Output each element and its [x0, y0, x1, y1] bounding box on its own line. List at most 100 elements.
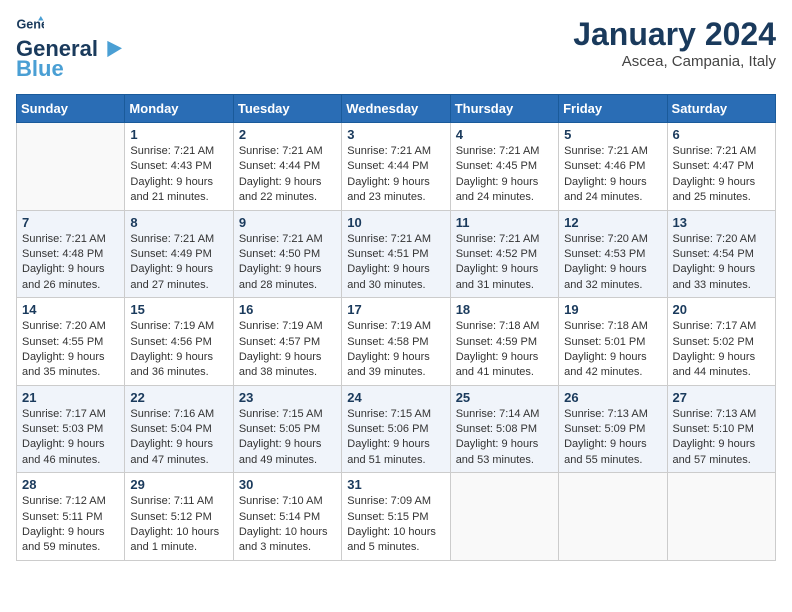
calendar-cell: 15 Sunrise: 7:19 AM Sunset: 4:56 PM Dayli…: [125, 298, 233, 386]
calendar-cell: 12 Sunrise: 7:20 AM Sunset: 4:53 PM Dayli…: [559, 210, 667, 298]
day-number: 8: [130, 215, 227, 230]
calendar-cell: 19 Sunrise: 7:18 AM Sunset: 5:01 PM Dayli…: [559, 298, 667, 386]
day-number: 19: [564, 302, 661, 317]
month-title: January 2024: [573, 16, 776, 53]
day-info: Sunrise: 7:21 AM Sunset: 4:52 PM Dayligh…: [456, 232, 553, 294]
day-info: Sunrise: 7:14 AM Sunset: 5:08 PM Dayligh…: [456, 407, 553, 469]
weekday-header-cell: Friday: [559, 95, 667, 123]
day-number: 29: [130, 477, 227, 492]
day-number: 30: [239, 477, 336, 492]
calendar-cell: 9 Sunrise: 7:21 AM Sunset: 4:50 PM Daylig…: [233, 210, 341, 298]
day-info: Sunrise: 7:21 AM Sunset: 4:45 PM Dayligh…: [456, 144, 553, 206]
day-info: Sunrise: 7:11 AM Sunset: 5:12 PM Dayligh…: [130, 494, 227, 556]
calendar-cell: 13 Sunrise: 7:20 AM Sunset: 4:54 PM Dayli…: [667, 210, 775, 298]
day-info: Sunrise: 7:21 AM Sunset: 4:44 PM Dayligh…: [239, 144, 336, 206]
day-info: Sunrise: 7:09 AM Sunset: 5:15 PM Dayligh…: [347, 494, 444, 556]
day-info: Sunrise: 7:21 AM Sunset: 4:49 PM Dayligh…: [130, 232, 227, 294]
day-info: Sunrise: 7:10 AM Sunset: 5:14 PM Dayligh…: [239, 494, 336, 556]
calendar-week-row: 1 Sunrise: 7:21 AM Sunset: 4:43 PM Daylig…: [17, 123, 776, 211]
day-info: Sunrise: 7:18 AM Sunset: 4:59 PM Dayligh…: [456, 319, 553, 381]
day-number: 1: [130, 127, 227, 142]
calendar-cell: 5 Sunrise: 7:21 AM Sunset: 4:46 PM Daylig…: [559, 123, 667, 211]
logo-arrow-icon: [100, 40, 122, 58]
day-number: 3: [347, 127, 444, 142]
calendar-cell: 31 Sunrise: 7:09 AM Sunset: 5:15 PM Dayli…: [342, 473, 450, 561]
day-number: 31: [347, 477, 444, 492]
day-number: 23: [239, 390, 336, 405]
calendar-week-row: 28 Sunrise: 7:12 AM Sunset: 5:11 PM Dayli…: [17, 473, 776, 561]
day-number: 14: [22, 302, 119, 317]
weekday-header-cell: Saturday: [667, 95, 775, 123]
day-info: Sunrise: 7:12 AM Sunset: 5:11 PM Dayligh…: [22, 494, 119, 556]
calendar-cell: 25 Sunrise: 7:14 AM Sunset: 5:08 PM Dayli…: [450, 385, 558, 473]
title-block: January 2024 Ascea, Campania, Italy: [573, 16, 776, 70]
day-number: 13: [673, 215, 770, 230]
calendar-cell: 2 Sunrise: 7:21 AM Sunset: 4:44 PM Daylig…: [233, 123, 341, 211]
day-info: Sunrise: 7:21 AM Sunset: 4:47 PM Dayligh…: [673, 144, 770, 206]
calendar-cell: [667, 473, 775, 561]
day-number: 16: [239, 302, 336, 317]
day-info: Sunrise: 7:21 AM Sunset: 4:46 PM Dayligh…: [564, 144, 661, 206]
day-info: Sunrise: 7:21 AM Sunset: 4:43 PM Dayligh…: [130, 144, 227, 206]
calendar-cell: 29 Sunrise: 7:11 AM Sunset: 5:12 PM Dayli…: [125, 473, 233, 561]
calendar-table: SundayMondayTuesdayWednesdayThursdayFrid…: [16, 94, 776, 561]
day-number: 12: [564, 215, 661, 230]
day-number: 9: [239, 215, 336, 230]
weekday-header-cell: Monday: [125, 95, 233, 123]
day-info: Sunrise: 7:19 AM Sunset: 4:56 PM Dayligh…: [130, 319, 227, 381]
day-number: 24: [347, 390, 444, 405]
day-info: Sunrise: 7:17 AM Sunset: 5:02 PM Dayligh…: [673, 319, 770, 381]
day-number: 5: [564, 127, 661, 142]
calendar-cell: 14 Sunrise: 7:20 AM Sunset: 4:55 PM Dayli…: [17, 298, 125, 386]
calendar-cell: 23Sunrise: 7:15 AM Sunset: 5:05 PM Dayli…: [233, 385, 341, 473]
day-number: 28: [22, 477, 119, 492]
day-info: Sunrise: 7:21 AM Sunset: 4:51 PM Dayligh…: [347, 232, 444, 294]
calendar-cell: 10Sunrise: 7:21 AM Sunset: 4:51 PM Dayli…: [342, 210, 450, 298]
calendar-cell: 20 Sunrise: 7:17 AM Sunset: 5:02 PM Dayli…: [667, 298, 775, 386]
calendar-week-row: 21 Sunrise: 7:17 AM Sunset: 5:03 PM Dayli…: [17, 385, 776, 473]
calendar-week-row: 7 Sunrise: 7:21 AM Sunset: 4:48 PM Daylig…: [17, 210, 776, 298]
calendar-cell: 27Sunrise: 7:13 AM Sunset: 5:10 PM Dayli…: [667, 385, 775, 473]
calendar-cell: 22Sunrise: 7:16 AM Sunset: 5:04 PM Dayli…: [125, 385, 233, 473]
calendar-cell: 28 Sunrise: 7:12 AM Sunset: 5:11 PM Dayli…: [17, 473, 125, 561]
calendar-cell: 8 Sunrise: 7:21 AM Sunset: 4:49 PM Daylig…: [125, 210, 233, 298]
weekday-header-cell: Thursday: [450, 95, 558, 123]
day-info: Sunrise: 7:19 AM Sunset: 4:57 PM Dayligh…: [239, 319, 336, 381]
day-number: 26: [564, 390, 661, 405]
calendar-cell: 4 Sunrise: 7:21 AM Sunset: 4:45 PM Daylig…: [450, 123, 558, 211]
calendar-cell: 30 Sunrise: 7:10 AM Sunset: 5:14 PM Dayli…: [233, 473, 341, 561]
day-number: 21: [22, 390, 119, 405]
day-info: Sunrise: 7:13 AM Sunset: 5:10 PM Dayligh…: [673, 407, 770, 469]
calendar-cell: 7 Sunrise: 7:21 AM Sunset: 4:48 PM Daylig…: [17, 210, 125, 298]
day-info: Sunrise: 7:21 AM Sunset: 4:50 PM Dayligh…: [239, 232, 336, 294]
logo-blue: Blue: [16, 56, 64, 82]
day-number: 2: [239, 127, 336, 142]
calendar-cell: 16 Sunrise: 7:19 AM Sunset: 4:57 PM Dayli…: [233, 298, 341, 386]
day-number: 22: [130, 390, 227, 405]
day-number: 20: [673, 302, 770, 317]
logo-icon: General: [16, 16, 44, 34]
weekday-header-row: SundayMondayTuesdayWednesdayThursdayFrid…: [17, 95, 776, 123]
day-info: Sunrise: 7:21 AM Sunset: 4:48 PM Dayligh…: [22, 232, 119, 294]
day-number: 18: [456, 302, 553, 317]
calendar-cell: 21 Sunrise: 7:17 AM Sunset: 5:03 PM Dayli…: [17, 385, 125, 473]
calendar-cell: [450, 473, 558, 561]
calendar-cell: [559, 473, 667, 561]
day-number: 25: [456, 390, 553, 405]
weekday-header-cell: Wednesday: [342, 95, 450, 123]
day-number: 4: [456, 127, 553, 142]
day-info: Sunrise: 7:20 AM Sunset: 4:54 PM Dayligh…: [673, 232, 770, 294]
calendar-cell: 11Sunrise: 7:21 AM Sunset: 4:52 PM Dayli…: [450, 210, 558, 298]
day-info: Sunrise: 7:20 AM Sunset: 4:55 PM Dayligh…: [22, 319, 119, 381]
day-number: 6: [673, 127, 770, 142]
calendar-cell: 1 Sunrise: 7:21 AM Sunset: 4:43 PM Daylig…: [125, 123, 233, 211]
day-info: Sunrise: 7:18 AM Sunset: 5:01 PM Dayligh…: [564, 319, 661, 381]
day-number: 17: [347, 302, 444, 317]
logo: General General Blue: [16, 16, 122, 82]
day-info: Sunrise: 7:17 AM Sunset: 5:03 PM Dayligh…: [22, 407, 119, 469]
calendar-cell: 24Sunrise: 7:15 AM Sunset: 5:06 PM Dayli…: [342, 385, 450, 473]
day-info: Sunrise: 7:13 AM Sunset: 5:09 PM Dayligh…: [564, 407, 661, 469]
day-info: Sunrise: 7:20 AM Sunset: 4:53 PM Dayligh…: [564, 232, 661, 294]
day-number: 15: [130, 302, 227, 317]
day-number: 7: [22, 215, 119, 230]
